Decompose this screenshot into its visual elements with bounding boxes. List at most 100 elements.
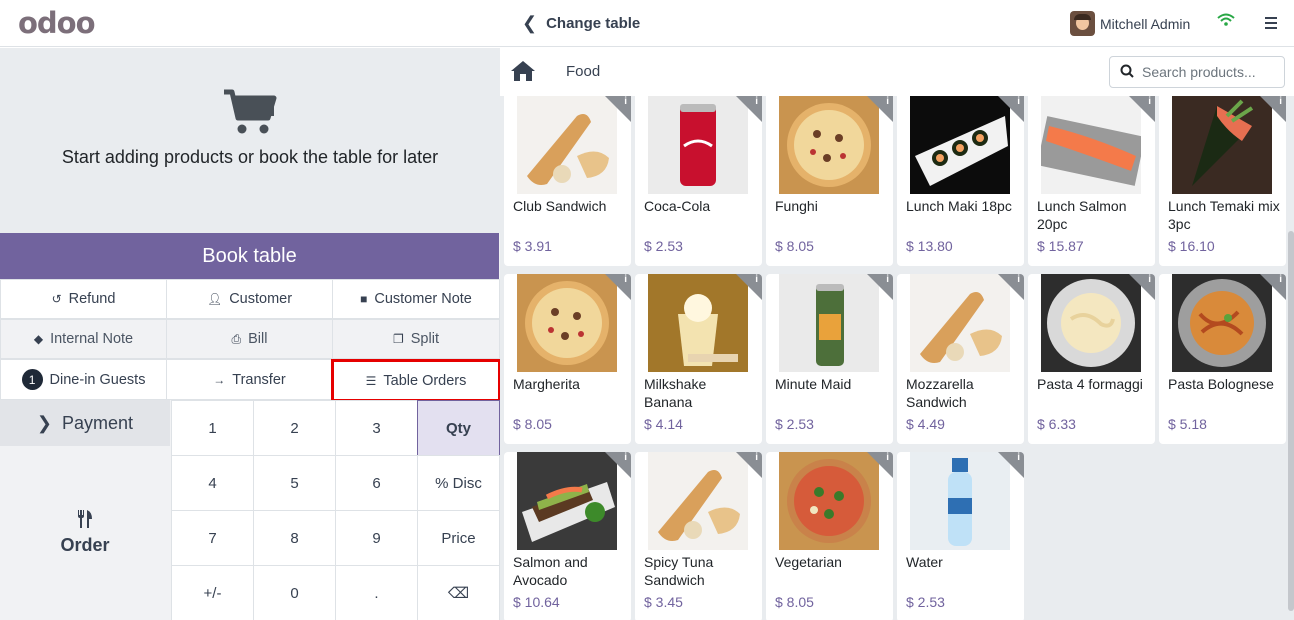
info-corner[interactable] [867, 96, 893, 122]
info-icon[interactable]: i [1017, 452, 1020, 463]
info-corner[interactable] [867, 452, 893, 478]
info-corner[interactable] [605, 96, 631, 122]
numpad-key[interactable]: Price [417, 510, 500, 566]
numpad-key[interactable]: . [335, 565, 418, 620]
info-icon[interactable]: i [624, 452, 627, 463]
info-corner[interactable] [998, 452, 1024, 478]
info-corner[interactable] [736, 96, 762, 122]
product-card[interactable]: i Vegetarian $ 8.05 [766, 452, 893, 620]
info-corner[interactable] [605, 452, 631, 478]
order-button[interactable]: Order [0, 446, 170, 620]
split-label: Split [410, 331, 439, 347]
info-icon[interactable]: i [1148, 96, 1151, 107]
search-input[interactable]: Search products... [1109, 56, 1285, 88]
info-icon[interactable]: i [755, 274, 758, 285]
product-card[interactable]: i Pasta 4 formaggi $ 6.33 [1028, 274, 1155, 444]
product-card[interactable]: i Spicy Tuna Sandwich $ 3.45 [635, 452, 762, 620]
search-icon [1120, 64, 1134, 81]
numpad-key[interactable]: 8 [253, 510, 336, 566]
product-name: Water [906, 554, 943, 570]
transfer-label: Transfer [232, 371, 286, 388]
book-table-button[interactable]: Book table [0, 233, 499, 279]
refund-button[interactable]: ↺ Refund [0, 279, 167, 319]
numpad-key[interactable]: 0 [253, 565, 336, 620]
table-orders-button[interactable]: ☰ Table Orders [331, 359, 501, 402]
info-corner[interactable] [998, 96, 1024, 122]
numpad-key[interactable]: 9 [335, 510, 418, 566]
customer-note-button[interactable]: ■ Customer Note [332, 279, 500, 319]
numpad-key[interactable]: 4 [171, 455, 254, 511]
info-icon[interactable]: i [755, 96, 758, 107]
info-icon[interactable]: i [1017, 274, 1020, 285]
info-corner[interactable] [1260, 274, 1286, 300]
numpad-key[interactable]: +/- [171, 565, 254, 620]
numpad-key[interactable]: 5 [253, 455, 336, 511]
product-card[interactable]: i Lunch Salmon 20pc $ 15.87 [1028, 96, 1155, 266]
product-card[interactable]: i Lunch Maki 18pc $ 13.80 [897, 96, 1024, 266]
product-card[interactable]: i Milkshake Banana $ 4.14 [635, 274, 762, 444]
product-card[interactable]: i Salmon and Avocado $ 10.64 [504, 452, 631, 620]
numpad-key[interactable]: 3 [335, 400, 418, 456]
transfer-button[interactable]: → Transfer [166, 359, 333, 400]
scrollbar[interactable] [1288, 231, 1294, 611]
product-price: $ 10.64 [513, 594, 560, 610]
info-corner[interactable] [605, 274, 631, 300]
payment-button[interactable]: ❯ Payment [0, 400, 170, 446]
info-corner[interactable] [998, 274, 1024, 300]
product-card[interactable]: i Club Sandwich $ 3.91 [504, 96, 631, 266]
numpad-key[interactable]: 6 [335, 455, 418, 511]
home-icon[interactable] [510, 60, 536, 85]
customer-note-label: Customer Note [374, 291, 472, 307]
internal-note-button[interactable]: ◆ Internal Note [0, 319, 167, 359]
product-card[interactable]: i Coca-Cola $ 2.53 [635, 96, 762, 266]
change-table-button[interactable]: ❮ Change table [522, 13, 640, 34]
product-card[interactable]: i Mozzarella Sandwich $ 4.49 [897, 274, 1024, 444]
info-corner[interactable] [1129, 274, 1155, 300]
info-icon[interactable]: i [1148, 274, 1151, 285]
product-card[interactable]: i Funghi $ 8.05 [766, 96, 893, 266]
copy-icon: ❐ [393, 332, 404, 346]
bill-button[interactable]: ⎙ Bill [166, 319, 333, 359]
category-bar: Food Search products... [500, 48, 1294, 96]
numpad-key[interactable]: 1 [171, 400, 254, 456]
product-price: $ 2.53 [906, 594, 945, 610]
info-icon[interactable]: i [886, 274, 889, 285]
info-icon[interactable]: i [755, 452, 758, 463]
dine-in-guests-button[interactable]: 1 Dine-in Guests [0, 359, 167, 400]
info-icon[interactable]: i [1279, 96, 1282, 107]
info-icon[interactable]: i [624, 274, 627, 285]
wifi-icon[interactable] [1217, 12, 1235, 31]
product-price: $ 4.49 [906, 416, 945, 432]
info-corner[interactable] [1260, 96, 1286, 122]
numpad-key[interactable]: 2 [253, 400, 336, 456]
numpad-key[interactable]: Qty [417, 400, 500, 456]
info-icon[interactable]: i [624, 96, 627, 107]
numpad-key[interactable]: % Disc [417, 455, 500, 511]
numpad-key[interactable]: ⌫ [417, 565, 500, 620]
product-image [648, 452, 748, 550]
product-name: Pasta Bolognese [1168, 376, 1274, 392]
info-corner[interactable] [736, 452, 762, 478]
info-icon[interactable]: i [1017, 96, 1020, 107]
split-button[interactable]: ❐ Split [332, 319, 500, 359]
info-corner[interactable] [1129, 96, 1155, 122]
product-card[interactable]: i Lunch Temaki mix 3pc $ 16.10 [1159, 96, 1286, 266]
customer-button[interactable]: 👤︎ Customer [166, 279, 333, 319]
info-corner[interactable] [736, 274, 762, 300]
product-price: $ 2.53 [775, 416, 814, 432]
product-card[interactable]: i Pasta Bolognese $ 5.18 [1159, 274, 1286, 444]
info-corner[interactable] [867, 274, 893, 300]
utensils-icon [77, 510, 93, 533]
user-menu[interactable]: Mitchell Admin [1070, 11, 1190, 36]
product-card[interactable]: i Minute Maid $ 2.53 [766, 274, 893, 444]
info-icon[interactable]: i [886, 452, 889, 463]
category-breadcrumb-food[interactable]: Food [566, 63, 600, 80]
product-card[interactable]: i Margherita $ 8.05 [504, 274, 631, 444]
menu-icon[interactable] [1265, 17, 1277, 32]
product-card[interactable]: i Water $ 2.53 [897, 452, 1024, 620]
info-icon[interactable]: i [1279, 274, 1282, 285]
numpad-key[interactable]: 7 [171, 510, 254, 566]
odoo-logo[interactable]: odoo [18, 6, 96, 40]
info-icon[interactable]: i [886, 96, 889, 107]
product-name: Margherita [513, 376, 580, 392]
